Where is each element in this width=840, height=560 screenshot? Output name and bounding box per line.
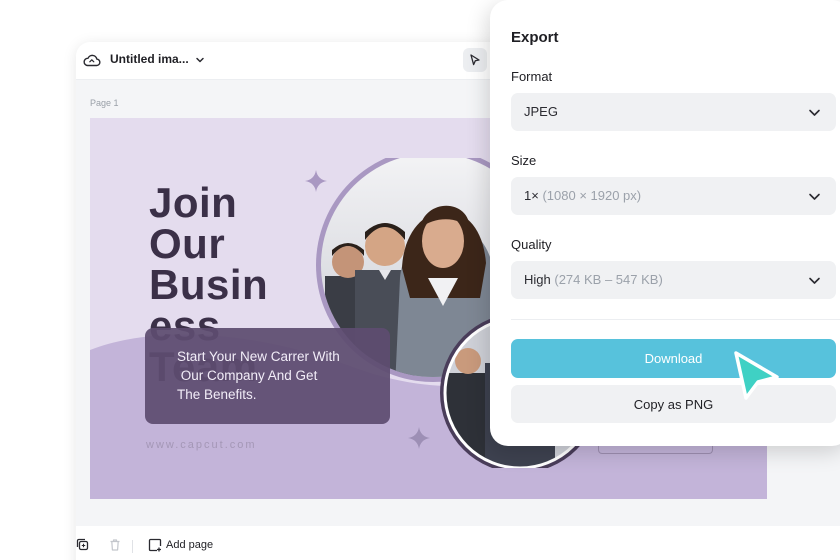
- size-select[interactable]: 1× (1080 × 1920 px): [511, 177, 836, 215]
- page-label: Page 1: [90, 98, 119, 108]
- cloud-icon[interactable]: [83, 52, 101, 68]
- panel-divider: [511, 319, 840, 320]
- export-panel: Export Format JPEG Size 1× (1080 × 1920 …: [490, 0, 840, 446]
- size-label: Size: [511, 153, 537, 168]
- chevron-down-icon: [809, 193, 820, 200]
- select-tool-button[interactable]: [463, 48, 487, 72]
- website-url[interactable]: www.capcut.com: [146, 439, 257, 451]
- bottom-bar: Add page: [76, 526, 840, 560]
- copy-label: Copy as PNG: [633, 397, 714, 412]
- cursor-icon: [734, 351, 779, 400]
- format-select[interactable]: JPEG: [511, 93, 836, 131]
- download-label: Download: [644, 351, 703, 366]
- quality-select[interactable]: High (274 KB – 547 KB): [511, 261, 836, 299]
- document-title[interactable]: Untitled ima...: [110, 52, 189, 66]
- sparkle-icon: [408, 427, 430, 449]
- size-value: 1× (1080 × 1920 px): [524, 188, 641, 203]
- toolbar-divider: [132, 540, 133, 553]
- quality-level: High: [524, 272, 551, 287]
- add-page-icon: [148, 538, 162, 552]
- trash-icon[interactable]: [108, 538, 122, 552]
- format-label: Format: [511, 69, 553, 84]
- chevron-down-icon: [809, 277, 820, 284]
- duplicate-icon[interactable]: [76, 538, 90, 552]
- chevron-down-icon[interactable]: [194, 54, 206, 66]
- add-page-label: Add page: [166, 539, 214, 551]
- download-button[interactable]: Download: [511, 339, 836, 378]
- sparkle-icon: [305, 170, 327, 192]
- card-text[interactable]: Start Your New Carrer With Our Company A…: [177, 347, 387, 404]
- pointer-icon: [470, 54, 480, 66]
- size-multiplier: 1×: [524, 188, 539, 203]
- chevron-down-icon: [809, 109, 820, 116]
- copy-as-png-button[interactable]: Copy as PNG: [511, 385, 836, 423]
- size-hint: (1080 × 1920 px): [542, 188, 642, 203]
- quality-hint: (274 KB – 547 KB): [554, 272, 663, 287]
- format-value: JPEG: [524, 104, 558, 119]
- screen: Untitled ima... Page 1 Join Our Busin es…: [0, 0, 840, 560]
- quality-value: High (274 KB – 547 KB): [524, 272, 663, 287]
- quality-label: Quality: [511, 237, 552, 252]
- panel-title: Export: [511, 29, 559, 46]
